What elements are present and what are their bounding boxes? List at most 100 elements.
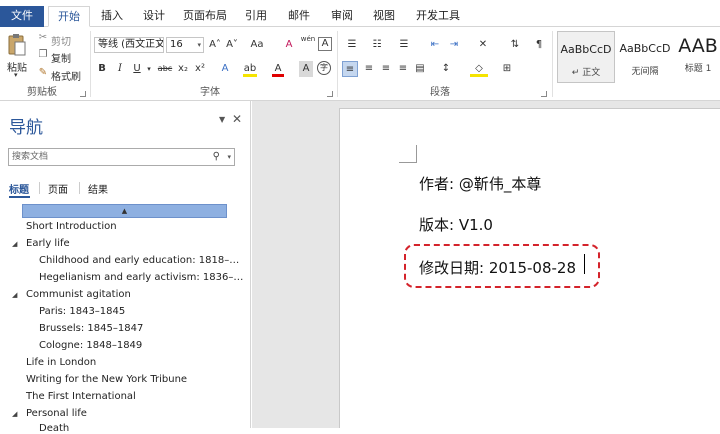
copy-icon: ❐ xyxy=(38,49,48,60)
nav-heading[interactable]: The First International xyxy=(26,391,136,402)
borders-icon[interactable]: ⊞ xyxy=(498,61,516,77)
expand-caret-icon[interactable]: ◢ xyxy=(12,240,17,248)
tab-view[interactable]: 视图 xyxy=(368,6,400,27)
collapse-headings-bar[interactable]: ▲ xyxy=(22,204,227,218)
nav-heading[interactable]: Personal life xyxy=(26,408,87,419)
expand-caret-icon[interactable]: ◢ xyxy=(12,291,17,299)
clipboard-launcher-icon[interactable] xyxy=(80,91,86,97)
grow-font-button[interactable]: A˄ xyxy=(208,37,222,53)
enclose-chars-button[interactable]: 字 xyxy=(317,61,331,75)
style-normal[interactable]: AaBbCcD ↵ 正文 xyxy=(557,31,615,83)
font-name-value: 等线 (西文正文 xyxy=(98,39,164,50)
style-no-spacing[interactable]: AaBbCcD 无间隔 xyxy=(616,31,674,83)
tab-review[interactable]: 审阅 xyxy=(326,6,358,27)
nav-heading[interactable]: Writing for the New York Tribune xyxy=(26,374,187,385)
tab-developer[interactable]: 开发工具 xyxy=(410,6,466,27)
search-icon[interactable]: ⚲ xyxy=(213,149,220,165)
underline-button[interactable]: U xyxy=(131,61,143,77)
shading-icon[interactable]: ◇ xyxy=(470,61,488,77)
style-name: 无间隔 xyxy=(631,67,659,77)
style-name: 标题 1 xyxy=(684,64,712,74)
chevron-down-icon: ▾ xyxy=(157,41,161,49)
paste-icon[interactable] xyxy=(7,33,27,59)
tab-pages[interactable]: 页面 xyxy=(48,181,68,196)
decrease-indent-icon[interactable]: ⇤ xyxy=(428,37,442,53)
nav-heading[interactable]: Communist agitation xyxy=(26,289,131,300)
font-color-button[interactable]: A xyxy=(272,61,284,77)
increase-indent-icon[interactable]: ⇥ xyxy=(447,37,461,53)
nav-subheading[interactable]: Paris: 1843–1845 xyxy=(39,306,125,317)
change-case-button[interactable]: Aa xyxy=(246,37,268,53)
chevron-down-icon[interactable]: ▾ xyxy=(227,149,231,165)
tab-divider xyxy=(79,182,80,194)
tab-design[interactable]: 设计 xyxy=(138,6,170,27)
nav-heading[interactable]: Life in London xyxy=(26,357,96,368)
tab-divider xyxy=(39,182,40,194)
font-name-select[interactable]: 等线 (西文正文 ▾ xyxy=(94,37,164,53)
nav-search-input[interactable]: 搜索文档 ⚲ ▾ xyxy=(8,148,235,166)
char-shading-button[interactable]: A xyxy=(299,61,313,77)
font-size-select[interactable]: 16 ▾ xyxy=(166,37,204,53)
superscript-button[interactable]: x² xyxy=(193,61,207,77)
numbering-icon[interactable]: ☷ xyxy=(368,37,386,53)
tab-mailings[interactable]: 邮件 xyxy=(283,6,315,27)
nav-heading[interactable]: Short Introduction xyxy=(26,221,117,232)
align-right-icon[interactable]: ≡ xyxy=(378,61,394,77)
tab-page-layout[interactable]: 页面布局 xyxy=(180,6,230,27)
tab-headings[interactable]: 标题 xyxy=(9,181,29,196)
close-icon[interactable]: ✕ xyxy=(232,112,242,126)
modified-date-line[interactable]: 修改日期: 2015-08-28 xyxy=(419,257,576,278)
bold-button[interactable]: B xyxy=(96,61,108,77)
clipboard-group-label: 剪贴板 xyxy=(27,87,57,98)
tab-references[interactable]: 引用 xyxy=(240,6,272,27)
strikethrough-button[interactable]: abc xyxy=(156,61,174,77)
italic-button[interactable]: I xyxy=(114,61,126,77)
char-border-button[interactable]: A xyxy=(318,37,332,51)
distributed-icon[interactable]: ▤ xyxy=(412,61,428,77)
search-placeholder: 搜索文档 xyxy=(12,152,49,162)
paragraph-launcher-icon[interactable] xyxy=(541,91,547,97)
tab-results[interactable]: 结果 xyxy=(88,181,108,196)
phonetic-guide-button[interactable]: wén xyxy=(300,35,316,51)
version-line[interactable]: 版本: V1.0 xyxy=(419,214,493,235)
subscript-button[interactable]: x₂ xyxy=(176,61,190,77)
style-name: ↵ 正文 xyxy=(571,68,601,78)
cut-button[interactable]: 剪切 xyxy=(51,33,71,48)
tab-home[interactable]: 开始 xyxy=(48,6,90,27)
text-effects-button[interactable]: A xyxy=(218,61,232,77)
nav-subheading[interactable]: Brussels: 1845–1847 xyxy=(39,323,143,334)
author-line[interactable]: 作者: @靳伟_本尊 xyxy=(419,173,541,194)
copy-button[interactable]: 复制 xyxy=(51,50,71,65)
cut-icon: ✂ xyxy=(38,32,48,43)
shrink-font-button[interactable]: A˅ xyxy=(225,37,239,53)
tab-insert[interactable]: 插入 xyxy=(96,6,128,27)
justify-icon[interactable]: ≡ xyxy=(395,61,411,77)
nav-options-icon[interactable]: ▼ xyxy=(219,115,225,124)
underline-dropdown-icon[interactable]: ▾ xyxy=(145,61,153,77)
tab-file[interactable]: 文件 xyxy=(0,6,44,27)
nav-subheading[interactable]: Hegelianism and early activism: 1836–… xyxy=(39,272,243,283)
group-divider xyxy=(90,31,91,97)
expand-caret-icon[interactable]: ◢ xyxy=(12,410,17,418)
multilevel-list-icon[interactable]: ☰ xyxy=(395,37,413,53)
align-center-icon[interactable]: ≡ xyxy=(361,61,377,77)
nav-subheading[interactable]: Cologne: 1848–1849 xyxy=(39,340,142,351)
show-marks-icon[interactable]: ¶ xyxy=(533,37,545,53)
line-spacing-icon[interactable]: ↕ xyxy=(437,61,455,77)
font-launcher-icon[interactable] xyxy=(327,91,333,97)
highlight-button[interactable]: ab xyxy=(243,61,257,77)
format-painter-icon: ✎ xyxy=(38,67,48,78)
nav-subheading[interactable]: Death xyxy=(39,423,69,434)
bullets-icon[interactable]: ☰ xyxy=(343,37,361,53)
font-group-label: 字体 xyxy=(200,87,220,98)
format-painter-button[interactable]: 格式刷 xyxy=(51,68,81,83)
nav-heading[interactable]: Early life xyxy=(26,238,70,249)
sort-icon[interactable]: ⇅ xyxy=(508,37,522,53)
paste-dropdown-icon[interactable]: ▾ xyxy=(14,71,18,79)
nav-subheading[interactable]: Childhood and early education: 1818–… xyxy=(39,255,239,266)
style-heading-1[interactable]: AAB 标题 1 xyxy=(676,31,720,83)
align-left-icon[interactable]: ≡ xyxy=(342,61,358,77)
clear-format-button[interactable]: A xyxy=(282,37,296,53)
group-divider xyxy=(337,31,338,97)
chinese-layout-icon[interactable]: ✕ xyxy=(474,37,492,53)
